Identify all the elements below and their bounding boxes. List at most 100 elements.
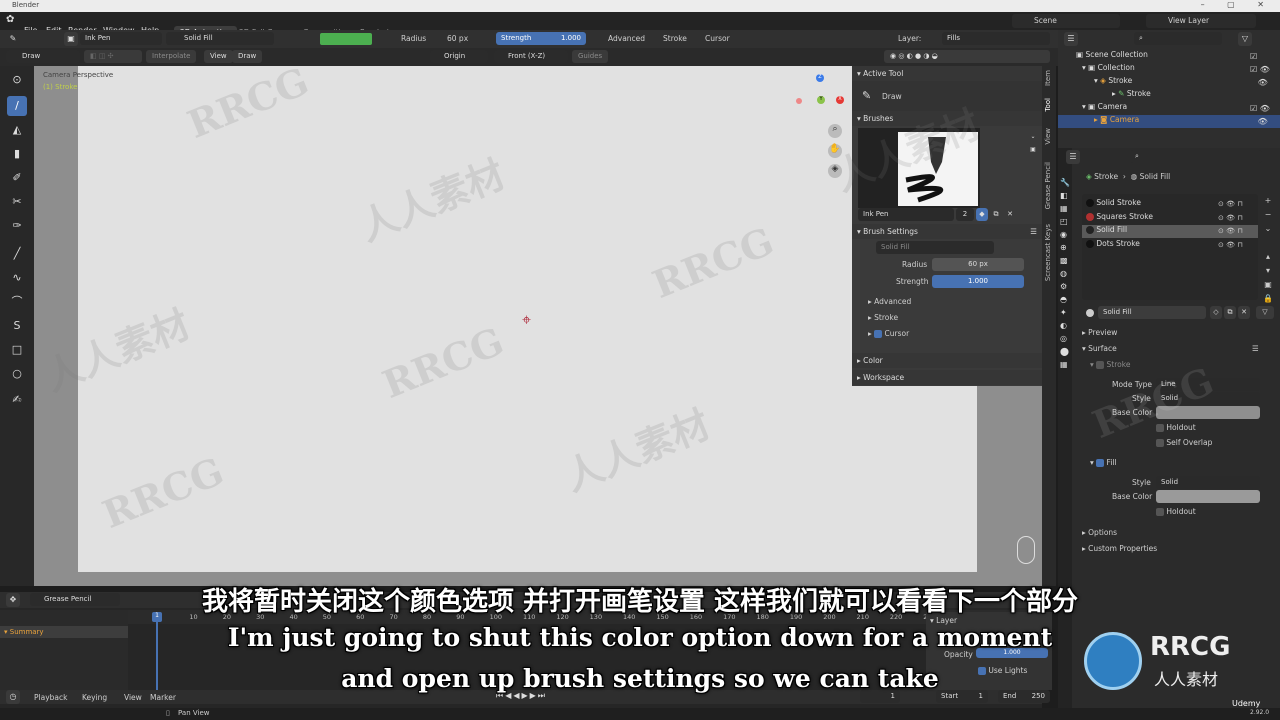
gizmo-neg-x[interactable] [796, 98, 802, 104]
outliner-row-stroke-data[interactable]: ▸ ✎ Stroke [1112, 89, 1151, 102]
material-field[interactable]: Solid Fill [166, 32, 274, 45]
self-overlap-checkbox[interactable]: Self Overlap [1156, 438, 1212, 447]
material-name-field[interactable]: Solid Fill [1098, 306, 1206, 319]
navigation-gizmo[interactable]: Z Y X [796, 74, 856, 124]
brush-preview-box[interactable] [858, 128, 980, 208]
annotate-tool-icon[interactable]: ✍ [7, 390, 27, 410]
polyline-tool-icon[interactable]: ∿ [7, 268, 27, 288]
filter-icon[interactable]: ▽ [1238, 32, 1252, 46]
front-view-dropdown[interactable]: Front (X-Z) [494, 50, 568, 63]
gizmo-y-axis[interactable]: Y [817, 96, 825, 104]
stroke-dropdown[interactable]: Stroke [663, 34, 687, 43]
duplicate-icon[interactable]: ⧉ [1224, 306, 1236, 319]
brushes-header[interactable]: ▾ Brushes [852, 111, 1042, 126]
options-panel[interactable]: ▸ Options [1082, 528, 1117, 537]
filter-icon[interactable]: ▽ [1256, 306, 1274, 319]
holdout-checkbox[interactable]: Holdout [1156, 423, 1196, 432]
slot-list-buttons[interactable]: + − ⌄ ▴ ▾ ▣ 🔒 [1262, 194, 1274, 303]
brush-settings-header[interactable]: ▾ Brush Settings ☰ [852, 224, 1042, 239]
stroke-base-color-swatch[interactable] [1156, 406, 1260, 419]
tab-item[interactable]: Item [1044, 70, 1054, 86]
fill-holdout-checkbox[interactable]: Holdout [1156, 507, 1196, 516]
brush-strength-field[interactable]: 1.000 [932, 275, 1024, 288]
checkbox-icon[interactable]: ☑ 👁 [1250, 63, 1270, 76]
draw-menu[interactable]: Draw [232, 50, 263, 63]
properties-editor-icon[interactable]: ☰ [1066, 150, 1080, 164]
visibility-toggles[interactable]: ☑ ☑ 👁 👁 ☑ 👁 👁 [1250, 50, 1270, 126]
arc-tool-icon[interactable]: ⌒ [7, 292, 27, 312]
brush-name-field[interactable]: Ink Pen [80, 32, 162, 45]
brush-radius-field[interactable]: 60 px [932, 258, 1024, 271]
draw-tool-icon[interactable]: / [7, 96, 27, 116]
brush-image-icon[interactable]: ▣ [1028, 145, 1038, 155]
zoom-icon[interactable]: ⌕ [828, 124, 842, 138]
curve-tool-icon[interactable]: S [7, 316, 27, 336]
cursor-dropdown[interactable]: Cursor [705, 34, 730, 43]
outliner-row-scene-collection[interactable]: ▣ Scene Collection [1076, 50, 1148, 63]
close-icon[interactable]: ✕ [1238, 306, 1250, 319]
layer-field[interactable]: Fills [942, 32, 1050, 45]
chevron-down-icon[interactable]: ⌄ [1028, 132, 1038, 142]
pan-hand-icon[interactable]: ✋ [828, 144, 842, 158]
stroke-subpanel[interactable]: ▸ Stroke [868, 313, 898, 322]
properties-search-input[interactable]: ⌕ [1130, 150, 1262, 163]
brush-name-field[interactable]: Ink Pen [858, 208, 954, 221]
origin-dropdown[interactable]: Origin [430, 50, 488, 63]
eyedropper-tool-icon[interactable]: ✑ [7, 216, 27, 236]
mode-selector[interactable]: Draw [6, 50, 80, 63]
blender-logo-icon[interactable]: ✿ [6, 14, 14, 25]
active-tool-header[interactable]: ▾ Active Tool [852, 66, 1042, 81]
outliner-editor-icon[interactable]: ☰ [1064, 32, 1078, 46]
tab-tool[interactable]: Tool [1044, 98, 1054, 112]
checkbox-icon[interactable]: ☑ [1250, 50, 1270, 63]
eye-icon[interactable]: 👁 [1250, 115, 1270, 128]
playback-menu[interactable]: Playback [34, 693, 67, 702]
tint-tool-icon[interactable]: ✐ [7, 168, 27, 188]
toggle-icons[interactable]: ◧ ◫ ✣ [84, 50, 142, 63]
fill-subpanel[interactable]: ▾ Fill [1090, 458, 1117, 467]
fill-style-dropdown[interactable]: Solid [1156, 476, 1260, 489]
brush-icon[interactable]: ▣ [64, 32, 78, 46]
view-layer-selector[interactable]: View Layer [1146, 14, 1256, 28]
outliner-search-input[interactable]: ⌕ [1134, 32, 1222, 45]
advanced-dropdown[interactable]: Advanced [608, 34, 645, 43]
custom-properties-panel[interactable]: ▸ Custom Properties [1082, 544, 1157, 553]
color-swatch[interactable] [320, 33, 372, 45]
eye-icon[interactable]: 👁 [1250, 76, 1270, 89]
surface-panel[interactable]: ▾ Surface ☰ [1082, 344, 1259, 353]
fill-base-color-swatch[interactable] [1156, 490, 1260, 503]
tab-view[interactable]: View [1044, 128, 1054, 145]
properties-tab-icons[interactable]: 🔧 ◧ ▦ ◰ ◉ ⊕ ▩ ◍ ⚙ ◓ ✦ ◐ ◎ ⬤ ▦ [1060, 176, 1070, 371]
brush-users-count[interactable]: 2 [956, 208, 974, 221]
tab-grease-pencil[interactable]: Grease Pencil [1044, 162, 1054, 209]
erase-tool-icon[interactable]: ▮ [7, 144, 27, 164]
view-menu[interactable]: View [124, 693, 142, 702]
preview-panel[interactable]: ▸ Preview [1082, 328, 1117, 337]
material-slot-toggles[interactable]: ⊙ 👁 ⊓ ⊙ 👁 ⊓ ⊙ 👁 ⊓ ⊙ 👁 ⊓ [1218, 198, 1243, 252]
radius-value[interactable]: 60 px [447, 34, 468, 43]
strength-slider[interactable]: Strength 1.000 [496, 32, 586, 45]
guides-button[interactable]: Guides [572, 50, 609, 63]
draw-tool-icon[interactable]: ✎ [6, 32, 20, 46]
tab-screencast-keys[interactable]: Screencast Keys [1044, 224, 1054, 281]
cursor-subpanel[interactable]: ▸ Cursor [868, 329, 909, 338]
outliner-row-stroke-object[interactable]: ▾ ◈ Stroke [1094, 76, 1132, 89]
brush-list-controls[interactable]: ⌄ ▣ [1028, 132, 1038, 192]
ink-pen-brush-icon[interactable] [898, 132, 978, 206]
cutter-tool-icon[interactable]: ✂ [7, 192, 27, 212]
style-dropdown[interactable]: Solid [1156, 392, 1260, 405]
outliner-row-collection[interactable]: ▾ ▣ Collection [1082, 63, 1135, 76]
overlay-shading-buttons[interactable]: ◉ ◎ ◐ ● ◑ ◒ [884, 50, 1050, 63]
stroke-subpanel[interactable]: ▾ Stroke [1090, 360, 1130, 369]
gizmo-x-axis[interactable]: X [836, 96, 844, 104]
select-tool-icon[interactable]: ⊙ [7, 70, 27, 90]
marker-menu[interactable]: Marker [150, 693, 176, 702]
circle-tool-icon[interactable]: ○ [7, 364, 27, 384]
scene-selector[interactable]: Scene [1012, 14, 1120, 28]
fake-user-shield-icon[interactable]: ◆ [976, 208, 988, 221]
advanced-subpanel[interactable]: ▸ Advanced [868, 297, 911, 306]
duplicate-icon[interactable]: ⧉ [990, 208, 1002, 221]
view-menu[interactable]: View [204, 50, 233, 63]
box-tool-icon[interactable]: □ [7, 340, 27, 360]
gizmo-z-axis[interactable]: Z [816, 74, 824, 82]
